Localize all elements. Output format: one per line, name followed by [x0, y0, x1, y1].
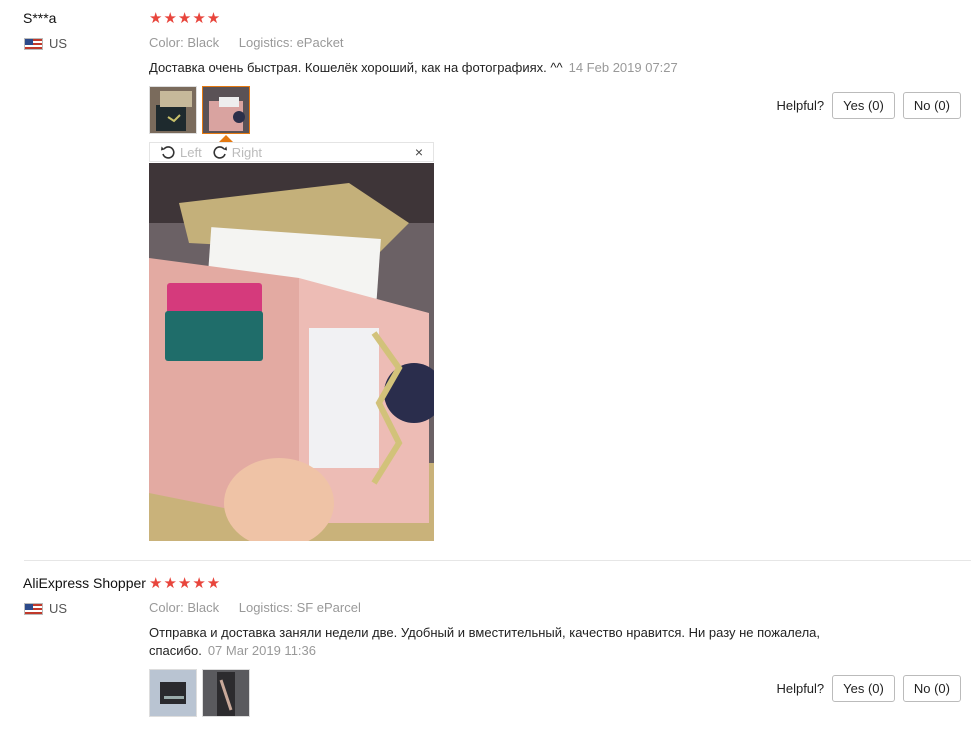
rotate-right-icon — [213, 146, 227, 159]
close-icon[interactable]: × — [415, 144, 423, 160]
review-photo-thumb[interactable] — [149, 86, 197, 134]
logistics-value: SF eParcel — [296, 600, 361, 615]
reviewer-name: S***a — [23, 10, 57, 26]
reviewer-country: US — [24, 36, 67, 51]
helpful-no-button[interactable]: No (0) — [902, 92, 961, 119]
helpful-yes-button[interactable]: Yes (0) — [832, 92, 895, 119]
helpful-bar: Helpful? Yes (0) No (0) — [776, 92, 961, 119]
rotate-left-icon — [161, 146, 175, 159]
rotate-left-label: Left — [180, 144, 202, 160]
logistics-key: Logistics: — [238, 35, 293, 50]
logistics-key: Logistics: — [238, 600, 293, 615]
color-value: Black — [187, 600, 220, 615]
review-thumbnails — [149, 86, 250, 134]
review-thumbnails — [149, 669, 250, 717]
review-photo-thumb-active[interactable] — [202, 86, 250, 134]
star-rating: ★★★★★ — [149, 575, 222, 592]
helpful-label: Helpful? — [776, 98, 825, 113]
country-code: US — [49, 36, 68, 51]
image-viewer-toolbar: Left Right × — [149, 142, 434, 162]
review-photo-large — [149, 163, 434, 541]
review-body: Доставка очень быстрая. Кошелёк хороший,… — [149, 60, 563, 75]
rotate-right-button[interactable]: Right — [212, 144, 262, 160]
review-photo-thumb[interactable] — [149, 669, 197, 717]
logistics-value: ePacket — [296, 35, 344, 50]
us-flag-icon — [24, 602, 43, 615]
country-code: US — [49, 601, 68, 616]
review-date: 14 Feb 2019 07:27 — [568, 60, 678, 75]
rotate-right-label: Right — [231, 144, 263, 160]
helpful-yes-button[interactable]: Yes (0) — [832, 675, 895, 702]
viewer-pointer — [219, 135, 233, 142]
review-photo-thumb[interactable] — [202, 669, 250, 717]
reviewer-country: US — [24, 601, 67, 616]
color-value: Black — [187, 35, 220, 50]
reviewer-name: AliExpress Shopper — [23, 575, 146, 591]
order-meta: Color: Black Logistics: SF eParcel — [149, 600, 377, 615]
star-rating: ★★★★★ — [149, 10, 222, 27]
review-text: Доставка очень быстрая. Кошелёк хороший,… — [149, 59, 678, 77]
us-flag-icon — [24, 37, 43, 50]
order-meta: Color: Black Logistics: ePacket — [149, 35, 360, 50]
review-divider — [24, 560, 971, 561]
color-key: Color: — [149, 35, 184, 50]
helpful-no-button[interactable]: No (0) — [902, 675, 961, 702]
helpful-label: Helpful? — [776, 681, 825, 696]
review-text: Отправка и доставка заняли недели две. У… — [149, 624, 869, 660]
helpful-bar: Helpful? Yes (0) No (0) — [776, 675, 961, 702]
color-key: Color: — [149, 600, 184, 615]
rotate-left-button[interactable]: Left — [160, 144, 202, 160]
review-date: 07 Mar 2019 11:36 — [207, 643, 316, 658]
